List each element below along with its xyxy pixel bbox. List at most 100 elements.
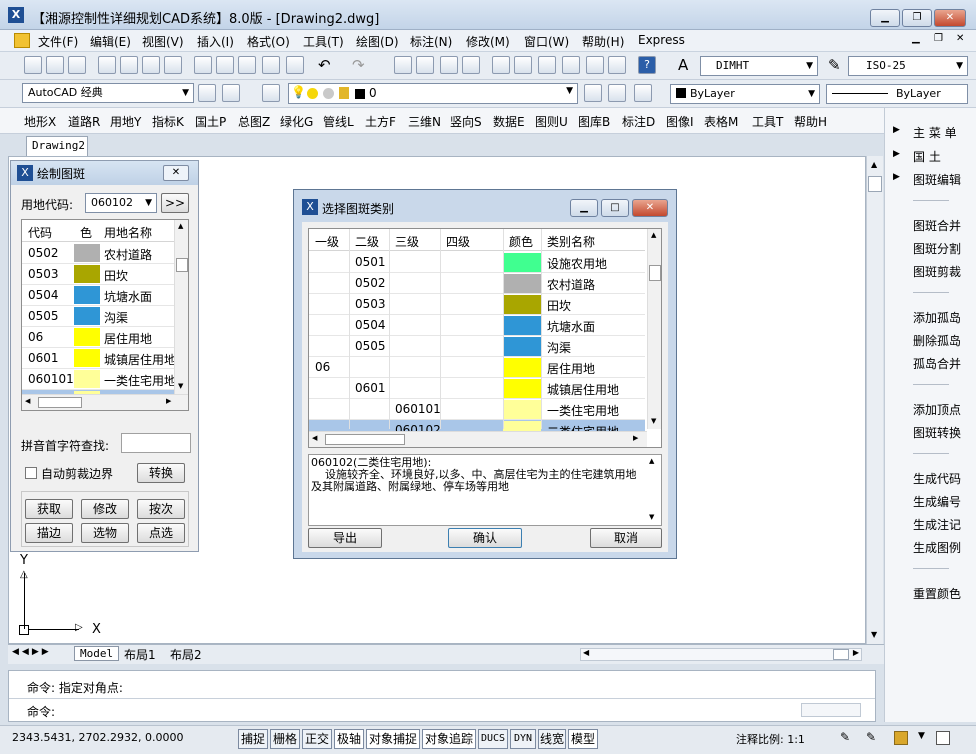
dialog-close-button[interactable]: ✕	[632, 199, 668, 217]
cmd-annotate[interactable]: 标注D	[622, 113, 655, 130]
panel-close-button[interactable]: ✕	[163, 165, 189, 181]
snap-toggle[interactable]: 捕捉	[238, 729, 268, 749]
fetch-button[interactable]: 获取	[25, 499, 73, 519]
table-row[interactable]: 0503 田坎	[309, 294, 645, 315]
sheet-set-icon[interactable]	[562, 56, 580, 74]
workspace-select[interactable]: AutoCAD 经典 ▼	[22, 83, 194, 103]
table-row[interactable]: 0601 城镇居住用地	[309, 378, 645, 399]
table-row[interactable]: 060101 一类住宅用地	[309, 399, 645, 420]
web-icon[interactable]	[164, 56, 182, 74]
workspace-settings-icon[interactable]	[198, 84, 216, 102]
confirm-button[interactable]: 确认	[448, 528, 522, 548]
menu-modify[interactable]: 修改(M)	[466, 33, 510, 50]
match-properties-icon[interactable]	[262, 56, 280, 74]
osnap-toggle[interactable]: 对象捕捉	[366, 729, 420, 749]
by-order-button[interactable]: 按次	[137, 499, 185, 519]
dialog-minimize-button[interactable]: ▁	[570, 199, 598, 217]
cut-icon[interactable]	[194, 56, 212, 74]
dimstyle-select[interactable]: DIMHT ▼	[700, 56, 818, 76]
cmd-terrain[interactable]: 地形X	[24, 113, 56, 130]
rp-add-vertex[interactable]: 添加顶点	[913, 401, 961, 418]
convert-button[interactable]: 转换	[137, 463, 185, 483]
tab-model[interactable]: Model	[74, 646, 120, 661]
print-icon[interactable]	[98, 56, 116, 74]
zoom-realtime-icon[interactable]	[416, 56, 434, 74]
linetype-select[interactable]: ByLayer	[826, 84, 968, 104]
tab-layout2[interactable]: 布局2	[166, 646, 206, 663]
rp-add-island[interactable]: 添加孤岛	[913, 309, 961, 326]
scroll-left-icon[interactable]: ◀	[25, 397, 30, 405]
rp-patch-clip[interactable]: 图斑剪裁	[913, 263, 961, 280]
pan-icon[interactable]	[394, 56, 412, 74]
cmd-pipeline[interactable]: 管线L	[323, 113, 354, 130]
table-row[interactable]: 0504 坑塘水面	[22, 285, 174, 306]
cmd-image[interactable]: 图像I	[666, 113, 694, 130]
otrack-toggle[interactable]: 对象追踪	[422, 729, 476, 749]
scroll-up-icon[interactable]: ▲	[178, 222, 183, 230]
table-row[interactable]: 0504 坑塘水面	[309, 315, 645, 336]
cmd-plan-rule[interactable]: 图则U	[535, 113, 568, 130]
scroll-left-icon[interactable]: ◀	[583, 648, 589, 657]
rp-patch-split[interactable]: 图斑分割	[913, 240, 961, 257]
table-row[interactable]: 0503 田坎	[22, 264, 174, 285]
doc-restore-icon[interactable]: ❐	[934, 33, 943, 44]
help-icon[interactable]: ?	[638, 56, 656, 74]
command-line[interactable]: 命令: 指定对角点: 命令:	[8, 670, 876, 722]
menu-help[interactable]: 帮助(H)	[582, 33, 624, 50]
cmd-general[interactable]: 总图Z	[238, 113, 270, 130]
lock-icon[interactable]	[894, 731, 908, 745]
textstyle-select[interactable]: ISO-25 ▼	[848, 56, 968, 76]
auto-clip-checkbox[interactable]	[25, 467, 37, 479]
rp-reset-color[interactable]: 重置颜色	[913, 585, 961, 602]
paste-icon[interactable]	[238, 56, 256, 74]
scroll-down-icon[interactable]: ▼	[871, 630, 877, 639]
new-icon[interactable]	[24, 56, 42, 74]
tool-palettes-icon[interactable]	[538, 56, 556, 74]
markup-icon[interactable]	[586, 56, 604, 74]
annotation-scale[interactable]: 注释比例: 1:1	[736, 731, 805, 747]
hscroll-thumb[interactable]	[325, 434, 405, 445]
minimize-button[interactable]: ▁	[870, 9, 900, 27]
menu-view[interactable]: 视图(V)	[142, 33, 184, 50]
open-icon[interactable]	[46, 56, 64, 74]
table-row[interactable]: 060101 一类住宅用地	[22, 369, 174, 390]
cancel-button[interactable]: 取消	[590, 528, 662, 548]
cmd-data[interactable]: 数据E	[493, 113, 525, 130]
rp-main-menu[interactable]: 主 菜 单	[913, 124, 957, 141]
rp-delete-island[interactable]: 删除孤岛	[913, 332, 961, 349]
calculator-icon[interactable]	[608, 56, 626, 74]
code-table-hscroll[interactable]: ◀ ▶	[22, 394, 188, 410]
scroll-left-icon[interactable]: ◀	[312, 434, 317, 442]
scroll-thumb[interactable]	[649, 265, 661, 281]
cmd-green[interactable]: 绿化G	[280, 113, 313, 130]
tab-layout1[interactable]: 布局1	[120, 646, 160, 663]
lineweight-toggle[interactable]: 线宽	[538, 729, 566, 749]
menu-file[interactable]: 文件(F)	[38, 33, 78, 50]
make-current-layer-icon[interactable]	[584, 84, 602, 102]
undo-icon[interactable]: ↶	[318, 56, 331, 74]
text-style-icon[interactable]: A	[678, 56, 688, 74]
scroll-down-icon[interactable]: ▼	[178, 382, 183, 390]
redo-icon[interactable]: ↷	[352, 56, 365, 74]
rp-patch-convert[interactable]: 图斑转换	[913, 424, 961, 441]
export-button[interactable]: 导出	[308, 528, 382, 548]
category-table-hscroll[interactable]: ◀ ▶	[309, 431, 647, 447]
color-select[interactable]: ByLayer ▼	[670, 84, 820, 104]
preview-icon[interactable]	[120, 56, 138, 74]
ducs-toggle[interactable]: DUCS	[478, 729, 508, 749]
table-row[interactable]: 0505 沟渠	[22, 306, 174, 327]
status-menu-icon[interactable]: ▼	[918, 731, 925, 741]
select-object-button[interactable]: 选物	[81, 523, 129, 543]
menu-express[interactable]: Express	[638, 33, 685, 47]
drawing-vertical-scrollbar[interactable]: ▲ ▼	[866, 156, 883, 644]
menu-draw[interactable]: 绘图(D)	[356, 33, 399, 50]
menu-dimension[interactable]: 标注(N)	[410, 33, 452, 50]
menu-edit[interactable]: 编辑(E)	[90, 33, 131, 50]
layer-manager-icon[interactable]	[262, 84, 280, 102]
tab-navigation-icon[interactable]: ◀◀▶▶	[12, 647, 52, 657]
code-select[interactable]: 060102 ▼	[85, 193, 157, 213]
menu-format[interactable]: 格式(O)	[247, 33, 290, 50]
auto-scale-icon[interactable]: ✎	[866, 730, 876, 744]
modify-button[interactable]: 修改	[81, 499, 129, 519]
zoom-previous-icon[interactable]	[462, 56, 480, 74]
